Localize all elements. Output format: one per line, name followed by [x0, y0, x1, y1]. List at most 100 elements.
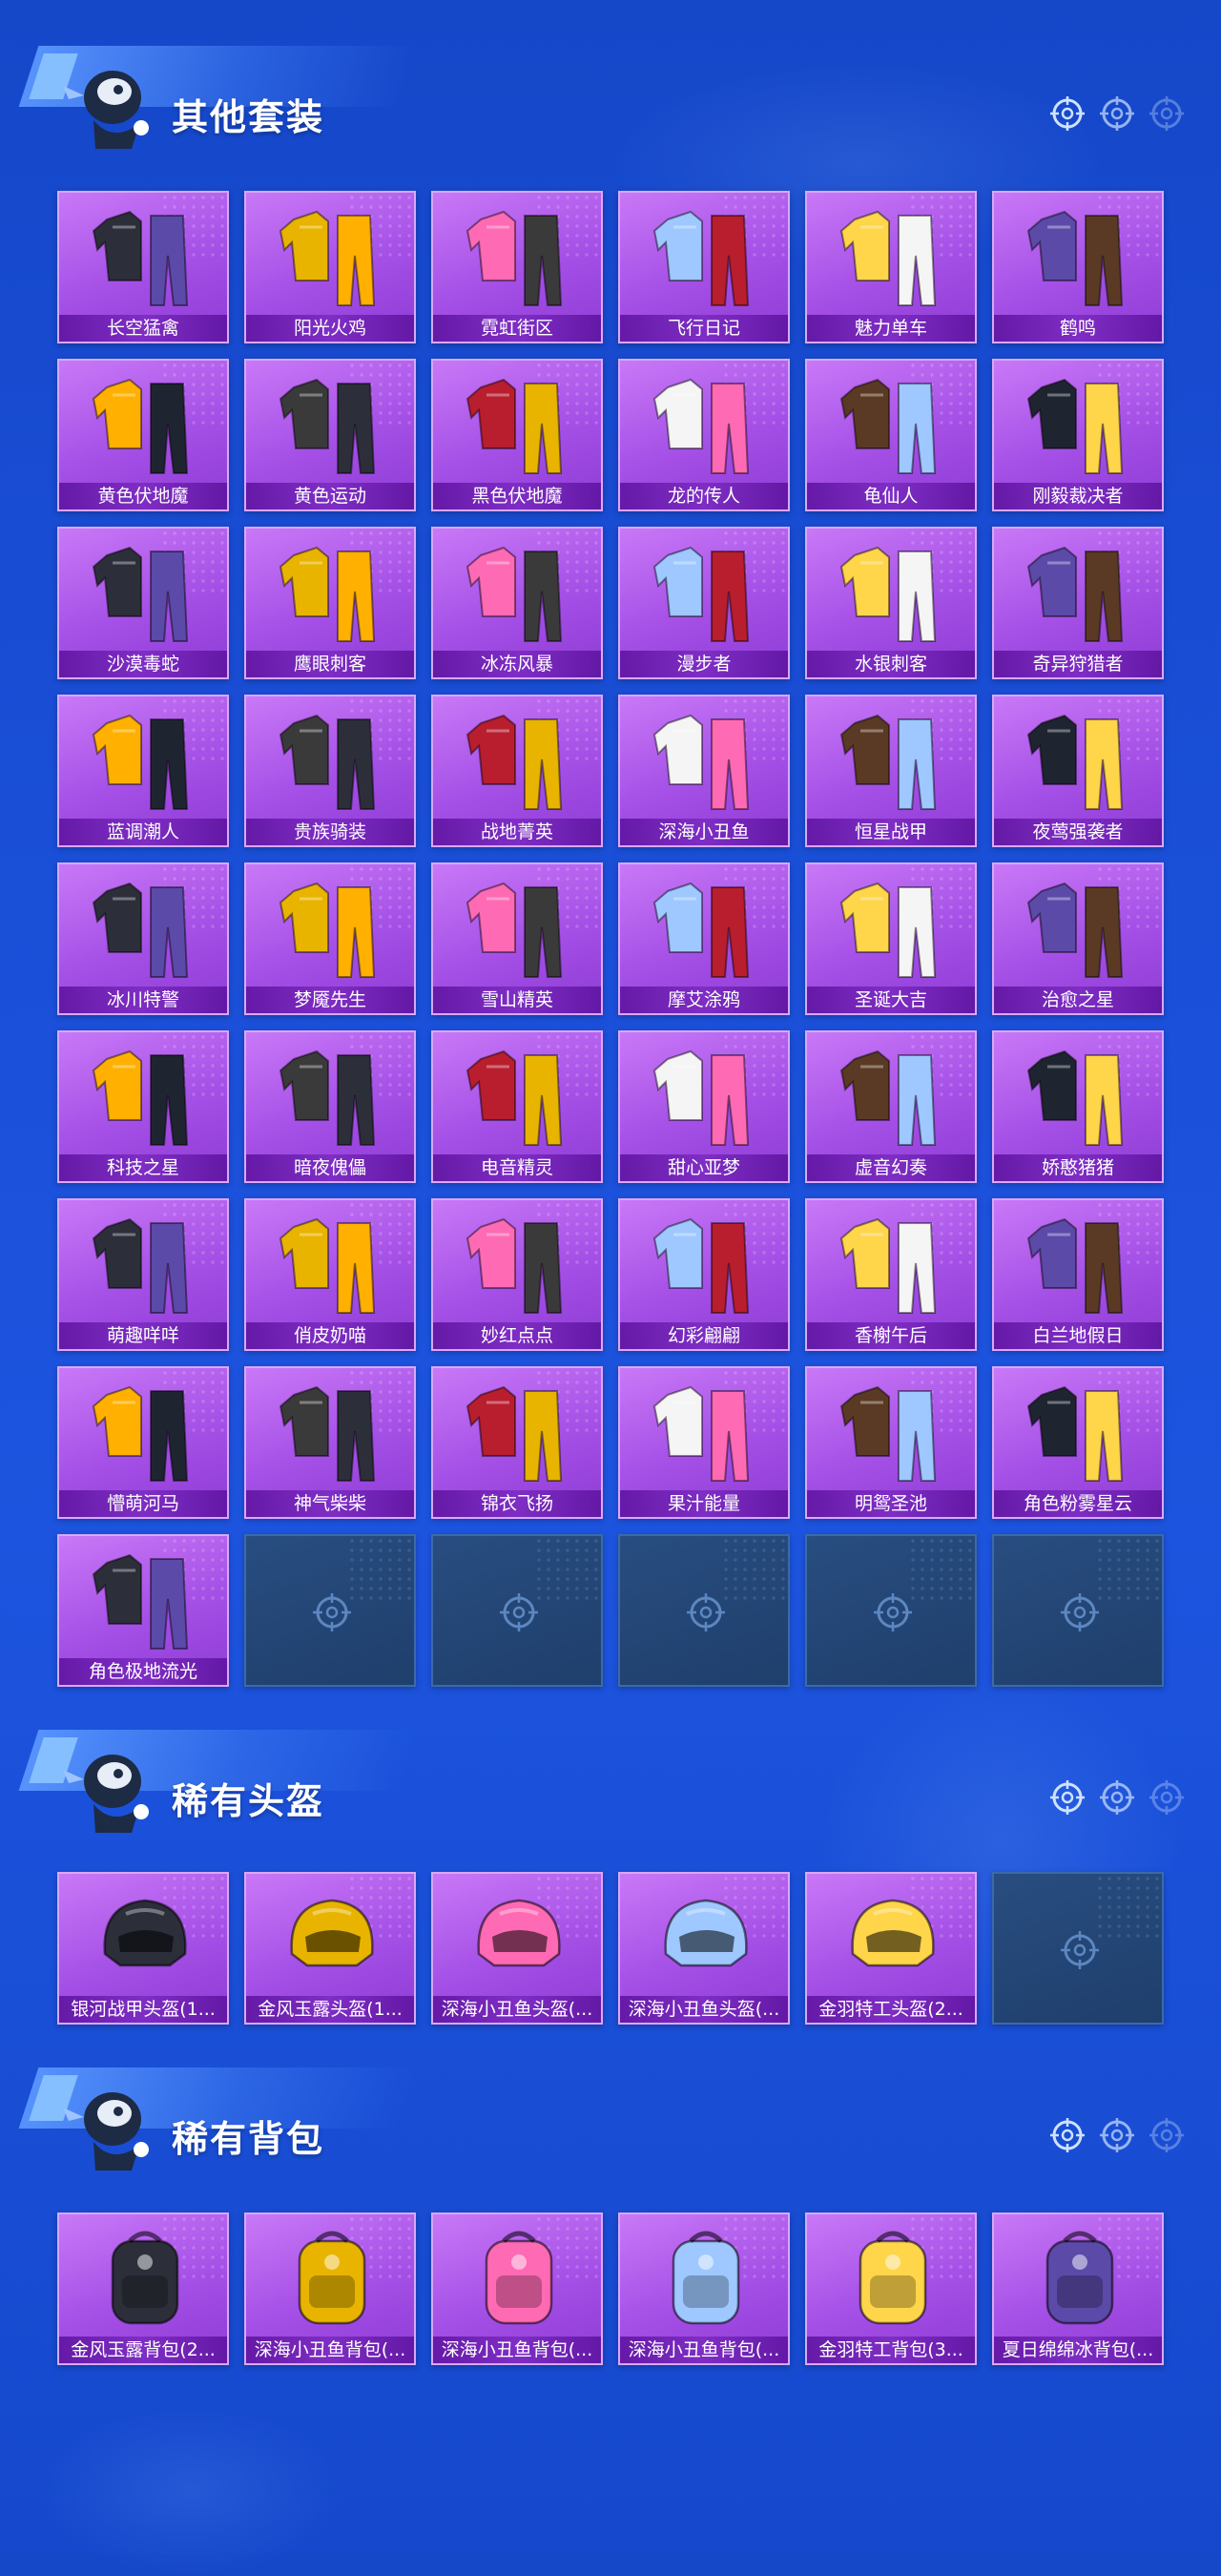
section-title: 稀有背包 [172, 2118, 325, 2160]
outfit-card[interactable]: 科技之星 [57, 1030, 229, 1183]
crosshair-icon [1050, 1780, 1085, 1815]
helmet-card[interactable]: 银河战甲头盔(1... [57, 1872, 229, 2025]
outfit-card[interactable]: 俏皮奶喵 [244, 1198, 416, 1351]
outfit-card[interactable]: 治愈之星 [992, 862, 1164, 1015]
outfit-card[interactable]: 刚毅裁决者 [992, 359, 1164, 511]
card-label: 虚音幻奏 [807, 1154, 975, 1181]
outfit-card[interactable]: 夜莺强袭者 [992, 695, 1164, 847]
outfit-art-icon [466, 1385, 563, 1482]
outfit-card[interactable]: 神气柴柴 [244, 1366, 416, 1519]
outfit-card[interactable]: 龟仙人 [805, 359, 977, 511]
outfit-card[interactable]: 电音精灵 [431, 1030, 603, 1183]
helmet-art-icon [290, 1899, 374, 1967]
backpack-art-icon [485, 2231, 553, 2325]
section-header: 其他套装 [0, 0, 1221, 149]
outfit-card[interactable]: 霓虹街区 [431, 191, 603, 343]
outfit-art-icon [92, 882, 189, 978]
outfit-card[interactable]: 摩艾涂鸦 [618, 862, 790, 1015]
helmet-card[interactable]: 深海小丑鱼头盔(... [431, 1872, 603, 2025]
mascot-icon [63, 71, 149, 149]
outfit-card[interactable]: 幻彩翩翩 [618, 1198, 790, 1351]
outfit-card[interactable]: 暗夜傀儡 [244, 1030, 416, 1183]
backpack-art-icon [1045, 2231, 1114, 2325]
outfit-card[interactable]: 黑色伏地魔 [431, 359, 603, 511]
outfit-card[interactable]: 雪山精英 [431, 862, 603, 1015]
outfit-card[interactable]: 虚音幻奏 [805, 1030, 977, 1183]
outfit-card[interactable]: 奇异狩猎者 [992, 527, 1164, 679]
outfit-card[interactable]: 水银刺客 [805, 527, 977, 679]
outfit-card[interactable]: 萌趣咩咩 [57, 1198, 229, 1351]
card-label: 龟仙人 [807, 483, 975, 509]
empty-slot [431, 1534, 603, 1687]
outfit-card[interactable]: 白兰地假日 [992, 1198, 1164, 1351]
outfit-card[interactable]: 娇憨猪猪 [992, 1030, 1164, 1183]
outfit-card[interactable]: 梦魇先生 [244, 862, 416, 1015]
card-label: 圣诞大吉 [807, 987, 975, 1013]
crosshair-icon [1061, 1931, 1099, 1969]
outfit-card[interactable]: 漫步者 [618, 527, 790, 679]
card-label: 夜莺强袭者 [994, 819, 1162, 845]
card-label: 懵萌河马 [59, 1490, 227, 1517]
outfit-card[interactable]: 沙漠毒蛇 [57, 527, 229, 679]
backpack-card[interactable]: 夏日绵绵冰背包(... [992, 2212, 1164, 2365]
outfit-card[interactable]: 鹰眼刺客 [244, 527, 416, 679]
backpack-card[interactable]: 深海小丑鱼背包(... [618, 2212, 790, 2365]
backpack-card[interactable]: 深海小丑鱼背包(... [244, 2212, 416, 2365]
outfit-card[interactable]: 角色极地流光 [57, 1534, 229, 1687]
card-label: 香榭午后 [807, 1322, 975, 1349]
card-label: 暗夜傀儡 [246, 1154, 414, 1181]
outfit-card[interactable]: 战地菁英 [431, 695, 603, 847]
outfit-card[interactable]: 角色粉雾星云 [992, 1366, 1164, 1519]
backpack-card[interactable]: 金羽特工背包(3... [805, 2212, 977, 2365]
outfit-card[interactable]: 恒星战甲 [805, 695, 977, 847]
outfit-card[interactable]: 深海小丑鱼 [618, 695, 790, 847]
outfit-art-icon [92, 1385, 189, 1482]
outfit-card[interactable]: 贵族骑装 [244, 695, 416, 847]
outfit-art-icon [92, 378, 189, 474]
backpack-art-icon [298, 2231, 366, 2325]
outfit-card[interactable]: 龙的传人 [618, 359, 790, 511]
card-label: 金羽特工背包(3... [807, 2337, 975, 2363]
empty-slot [618, 1534, 790, 1687]
helmet-art-icon [851, 1899, 935, 1967]
outfit-art-icon [92, 1553, 189, 1650]
outfit-card[interactable]: 妙红点点 [431, 1198, 603, 1351]
outfit-card[interactable]: 魅力单车 [805, 191, 977, 343]
outfit-card[interactable]: 果汁能量 [618, 1366, 790, 1519]
outfit-art-icon [279, 210, 376, 306]
helmet-card[interactable]: 金风玉露头盔(1... [244, 1872, 416, 2025]
outfit-card[interactable]: 圣诞大吉 [805, 862, 977, 1015]
outfit-art-icon [466, 210, 563, 306]
outfit-card[interactable]: 蓝调潮人 [57, 695, 229, 847]
outfit-card[interactable]: 甜心亚梦 [618, 1030, 790, 1183]
outfit-card[interactable]: 飞行日记 [618, 191, 790, 343]
outfit-art-icon [466, 882, 563, 978]
card-label: 飞行日记 [620, 315, 788, 342]
crosshair-icon [874, 1593, 912, 1631]
backpack-art-icon [859, 2231, 927, 2325]
backpack-card[interactable]: 金风玉露背包(2... [57, 2212, 229, 2365]
helmet-art-icon [103, 1899, 187, 1967]
outfit-card[interactable]: 香榭午后 [805, 1198, 977, 1351]
outfit-card[interactable]: 长空猛禽 [57, 191, 229, 343]
outfit-card[interactable]: 黄色运动 [244, 359, 416, 511]
card-label: 金羽特工头盔(2... [807, 1996, 975, 2023]
outfit-card[interactable]: 鹤鸣 [992, 191, 1164, 343]
helmet-card[interactable]: 金羽特工头盔(2... [805, 1872, 977, 2025]
outfit-card[interactable]: 懵萌河马 [57, 1366, 229, 1519]
crosshair-icon [1050, 2118, 1085, 2152]
card-label: 冰川特警 [59, 987, 227, 1013]
outfit-card[interactable]: 冰川特警 [57, 862, 229, 1015]
outfit-card[interactable]: 锦衣飞扬 [431, 1366, 603, 1519]
helmet-art-icon [477, 1899, 561, 1967]
backpack-card[interactable]: 深海小丑鱼背包(... [431, 2212, 603, 2365]
card-label: 甜心亚梦 [620, 1154, 788, 1181]
helmet-card[interactable]: 深海小丑鱼头盔(... [618, 1872, 790, 2025]
outfit-card[interactable]: 冰冻风暴 [431, 527, 603, 679]
crosshair-icon [687, 1593, 725, 1631]
card-label: 幻彩翩翩 [620, 1322, 788, 1349]
outfit-card[interactable]: 明鸳圣池 [805, 1366, 977, 1519]
outfit-card[interactable]: 阳光火鸡 [244, 191, 416, 343]
outfit-card[interactable]: 黄色伏地魔 [57, 359, 229, 511]
outfit-art-icon [466, 1217, 563, 1314]
